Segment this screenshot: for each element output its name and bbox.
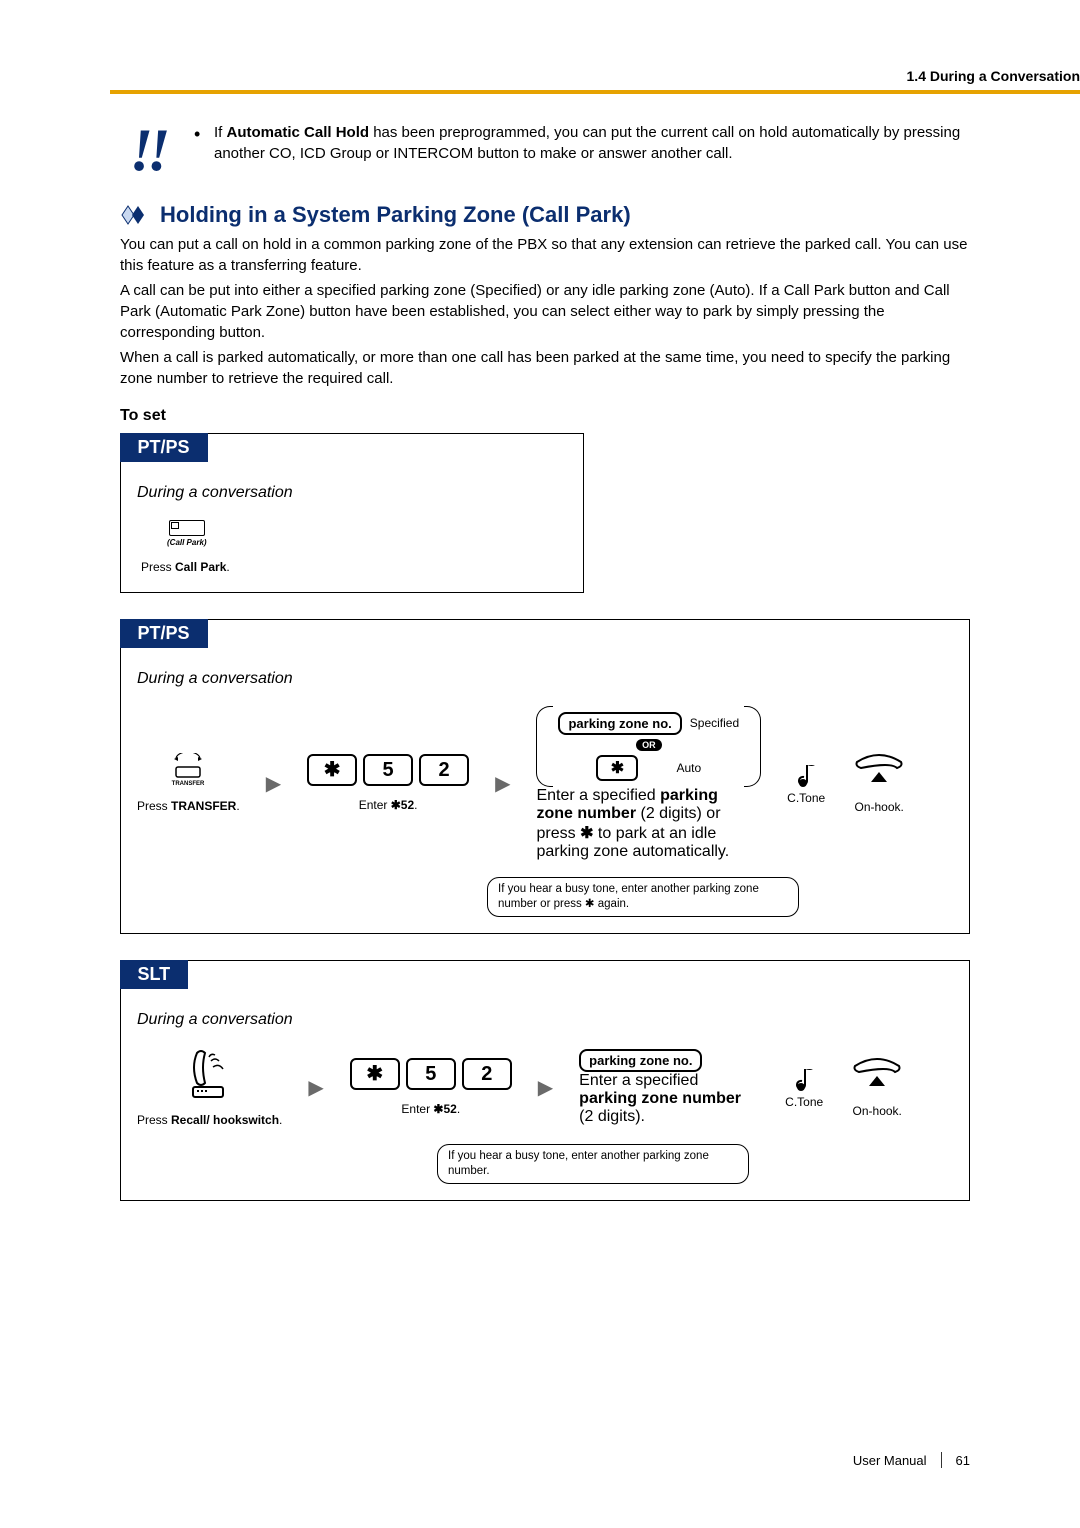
step-keys: ✱ 5 2 Enter ✱52. (350, 1058, 512, 1118)
t: Enter (401, 1102, 433, 1116)
section-header: 1.4 During a Conversation (907, 68, 1080, 84)
key-2: 2 (462, 1058, 512, 1090)
keys: ✱ 5 2 (307, 754, 469, 786)
important-note: !! If Automatic Call Hold has been prepr… (120, 122, 970, 174)
step-ctone: C.Tone (787, 761, 825, 807)
subheading-to-set: To set (120, 407, 970, 425)
step-zone: parking zone no. Enter a specified parki… (579, 1049, 759, 1126)
key-2: 2 (419, 754, 469, 786)
procedure-box-slt: SLT During a conversation Press Recall/ … (120, 960, 970, 1201)
cap-bold: Call Park (175, 560, 226, 574)
intro-3: When a call is parked automatically, or … (120, 347, 970, 389)
heading-row: Holding in a System Parking Zone (Call P… (120, 202, 970, 228)
box-subtitle: During a conversation (137, 484, 567, 502)
key-5: 5 (406, 1058, 456, 1090)
box-tab: PT/PS (120, 619, 208, 648)
box-subtitle: During a conversation (137, 1011, 953, 1029)
t: parking zone number (579, 1090, 741, 1107)
phone-onhook-icon (849, 1056, 905, 1092)
footer-doc: User Manual (853, 1453, 927, 1468)
callpark-label: (Call Park) (167, 538, 207, 548)
phone-onhook-icon (851, 752, 907, 788)
keys: ✱ 5 2 (350, 1058, 512, 1090)
step-onhook: On-hook. (851, 752, 907, 816)
note-icon (791, 1065, 817, 1095)
note-bold: Automatic Call Hold (227, 124, 370, 141)
exclamation-icon: !! (120, 122, 174, 174)
t: . (279, 1113, 282, 1127)
t: Press (137, 799, 171, 813)
ctone-label: C.Tone (787, 791, 825, 807)
specified-label: Specified (690, 716, 739, 730)
intro-2: A call can be put into either a specifie… (120, 280, 970, 343)
step-zone: parking zone no. Specified OR ✱ Auto Enter… (536, 706, 761, 861)
arrow-right-icon: ▶ (266, 771, 281, 796)
t: . (414, 798, 417, 812)
box-tab: SLT (120, 960, 189, 989)
transfer-icon: TRANSFER (164, 753, 212, 787)
busy-note: If you hear a busy tone, enter another p… (487, 877, 799, 917)
t: ✱52 (391, 798, 414, 812)
t: Press (137, 1113, 171, 1127)
note-text: If Automatic Call Hold has been preprogr… (194, 122, 970, 174)
footer-page: 61 (956, 1453, 970, 1468)
note-icon (793, 761, 819, 791)
step-ctone: C.Tone (785, 1065, 823, 1111)
svg-text:TRANSFER: TRANSFER (172, 781, 205, 787)
step-transfer: TRANSFER Press TRANSFER. (137, 753, 240, 815)
procedure-box-ptps-callpark: PT/PS During a conversation (Call Park) … (120, 433, 584, 593)
box-tab: PT/PS (120, 433, 208, 462)
box-subtitle: During a conversation (137, 670, 953, 688)
t: ✱ (580, 825, 593, 842)
section-title: Holding in a System Parking Zone (Call P… (160, 202, 631, 228)
key-star: ✱ (350, 1058, 400, 1090)
step-recall: Press Recall/ hookswitch. (137, 1047, 282, 1129)
t: TRANSFER (171, 799, 236, 813)
arrow-right-icon: ▶ (538, 1075, 553, 1100)
flow-row: Press Recall/ hookswitch. ▶ ✱ 5 2 Enter … (137, 1047, 953, 1129)
t: ✱52 (433, 1102, 456, 1116)
callpark-button-icon (169, 520, 205, 536)
ctone-label: C.Tone (785, 1095, 823, 1111)
zone-bracket: parking zone no. Specified OR ✱ Auto (536, 706, 761, 787)
page-footer: User Manual 61 (853, 1452, 970, 1468)
step-onhook: On-hook. (849, 1056, 905, 1120)
auto-label: Auto (676, 761, 701, 775)
cap-suffix: . (226, 560, 229, 574)
note-prefix: If (214, 124, 227, 141)
key-5: 5 (363, 754, 413, 786)
t: . (236, 799, 239, 813)
onhook-label: On-hook. (855, 800, 904, 816)
parking-zone-label: parking zone no. (558, 712, 681, 735)
onhook-label: On-hook. (853, 1104, 902, 1120)
t: Recall/ hookswitch (171, 1113, 279, 1127)
flow-row: TRANSFER Press TRANSFER. ▶ ✱ 5 2 Enter ✱… (137, 706, 953, 861)
busy-note: If you hear a busy tone, enter another p… (437, 1144, 749, 1184)
t: . (457, 1102, 460, 1116)
t: (2 digits). (579, 1108, 645, 1125)
t: Enter a specified (579, 1072, 698, 1089)
key-star: ✱ (307, 754, 357, 786)
parking-zone-label: parking zone no. (579, 1049, 702, 1072)
intro-1: You can put a call on hold in a common p… (120, 234, 970, 276)
footer-divider (941, 1452, 942, 1468)
step-keys: ✱ 5 2 Enter ✱52. (307, 754, 469, 814)
phone-recall-icon (183, 1047, 237, 1101)
top-rule: 1.4 During a Conversation (110, 90, 1080, 94)
button-callpark: (Call Park) (167, 520, 207, 548)
arrow-right-icon: ▶ (495, 771, 510, 796)
or-pill: OR (636, 739, 662, 751)
key-star: ✱ (596, 755, 638, 781)
cap-prefix: Press (141, 560, 175, 574)
arrow-right-icon: ▶ (308, 1075, 323, 1100)
page: 1.4 During a Conversation !! If Automati… (0, 0, 1080, 1528)
t: Enter a specified (536, 787, 660, 804)
procedure-box-ptps-transfer: PT/PS During a conversation TRANSFER Pre… (120, 619, 970, 934)
t: Enter (359, 798, 391, 812)
diamond-icon (120, 204, 150, 226)
